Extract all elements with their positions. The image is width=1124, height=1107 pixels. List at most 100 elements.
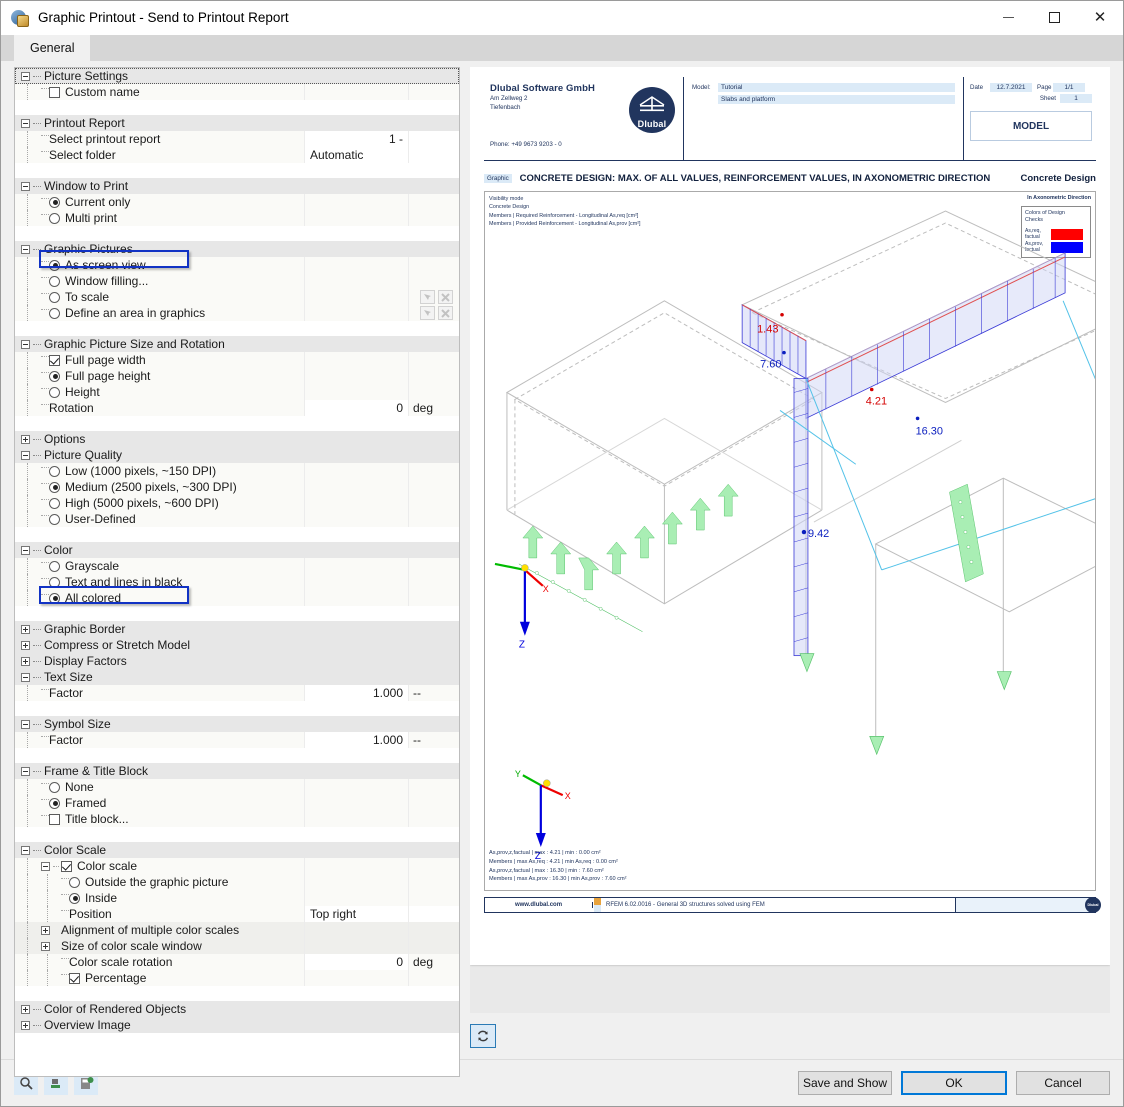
cancel-button[interactable]: Cancel (1016, 1071, 1110, 1095)
multi-print-radio[interactable] (49, 212, 60, 224)
tree-row-percentage[interactable]: Percentage (15, 970, 459, 986)
group-picture-quality[interactable]: Picture Quality (15, 447, 459, 463)
define-area-radio[interactable] (49, 307, 60, 319)
save-and-show-button[interactable]: Save and Show (798, 1071, 892, 1095)
collapse-icon[interactable] (21, 244, 30, 254)
tree-row-color-scale-rotation[interactable]: Color scale rotation 0 deg (15, 954, 459, 970)
title-block-checkbox[interactable] (49, 813, 60, 825)
custom-name-checkbox[interactable] (49, 86, 60, 98)
collapse-icon[interactable] (21, 181, 30, 191)
tree-row-custom-name[interactable]: Custom name (15, 84, 459, 100)
collapse-icon[interactable] (41, 861, 50, 871)
frame-none-radio[interactable] (49, 781, 60, 793)
tree-row-all-colored[interactable]: All colored (15, 590, 459, 606)
maximize-button[interactable] (1031, 2, 1077, 34)
tree-row-multi-print[interactable]: Multi print (15, 210, 459, 226)
group-display-factors[interactable]: Display Factors (15, 653, 459, 669)
to-scale-radio[interactable] (49, 291, 60, 303)
group-color-scale[interactable]: Color Scale (15, 842, 459, 858)
rotation-value[interactable]: 0 (396, 401, 403, 415)
expand-icon[interactable] (21, 1004, 30, 1014)
expand-icon[interactable] (21, 640, 30, 650)
group-text-size[interactable]: Text Size (15, 669, 459, 685)
window-filling-radio[interactable] (49, 275, 60, 287)
refresh-preview-button[interactable] (470, 1024, 496, 1048)
group-graphic-border[interactable]: Graphic Border (15, 621, 459, 637)
tree-row-quality-high[interactable]: High (5000 pixels, ~600 DPI) (15, 495, 459, 511)
quality-high-radio[interactable] (49, 497, 60, 509)
color-scale-checkbox[interactable] (61, 860, 72, 872)
expand-icon[interactable] (41, 925, 50, 935)
tree-row-define-area[interactable]: Define an area in graphics (15, 305, 459, 321)
tree-row-frame-none[interactable]: None (15, 779, 459, 795)
tree-row-current-only[interactable]: Current only (15, 194, 459, 210)
tree-row-color-scale-enable[interactable]: Color scale (15, 858, 459, 874)
select-printout-report-value[interactable]: 1 - (389, 132, 403, 146)
tree-row-alignment-color-scales[interactable]: Alignment of multiple color scales (15, 922, 459, 938)
text-lines-black-radio[interactable] (49, 576, 60, 588)
tree-row-select-printout-report[interactable]: Select printout report 1 - (15, 131, 459, 147)
group-printout-report[interactable]: Printout Report (15, 115, 459, 131)
expand-icon[interactable] (41, 941, 50, 951)
ok-button[interactable]: OK (901, 1071, 1007, 1095)
tree-row-position[interactable]: Position Top right (15, 906, 459, 922)
tree-row-to-scale[interactable]: To scale (15, 289, 459, 305)
percentage-checkbox[interactable] (69, 972, 80, 984)
full-page-height-radio[interactable] (49, 370, 60, 382)
minimize-button[interactable] (985, 2, 1031, 34)
close-button[interactable]: ✕ (1077, 2, 1123, 34)
collapse-icon[interactable] (21, 766, 30, 776)
color-scale-rotation-value[interactable]: 0 (396, 955, 403, 969)
tree-row-rotation[interactable]: Rotation 0 deg (15, 400, 459, 416)
symbol-size-factor-value[interactable]: 1.000 (373, 733, 403, 747)
tree-row-full-page-width[interactable]: Full page width (15, 352, 459, 368)
pick-area-button[interactable] (420, 306, 435, 320)
outside-graphic-radio[interactable] (69, 876, 80, 888)
group-picture-settings[interactable]: Picture Settings (15, 68, 459, 84)
tree-row-as-screen-view[interactable]: As screen view (15, 257, 459, 273)
tree-row-quality-user-defined[interactable]: User-Defined (15, 511, 459, 527)
tree-row-full-page-height[interactable]: Full page height (15, 368, 459, 384)
tree-row-text-lines-black[interactable]: Text and lines in black (15, 574, 459, 590)
clear-area-button[interactable] (438, 306, 453, 320)
tree-row-symbol-size-factor[interactable]: Factor 1.000 -- (15, 732, 459, 748)
quality-medium-radio[interactable] (49, 481, 60, 493)
expand-icon[interactable] (21, 1020, 30, 1030)
tab-general[interactable]: General (14, 35, 91, 61)
frame-framed-radio[interactable] (49, 797, 60, 809)
tree-row-size-color-scale-window[interactable]: Size of color scale window (15, 938, 459, 954)
collapse-icon[interactable] (21, 672, 30, 682)
graphic-picture[interactable]: Visibility mode Concrete Design Members … (484, 190, 1096, 891)
tree-row-quality-low[interactable]: Low (1000 pixels, ~150 DPI) (15, 463, 459, 479)
group-color-rendered-objects[interactable]: Color of Rendered Objects (15, 1001, 459, 1017)
collapse-icon[interactable] (21, 339, 30, 349)
group-frame-title-block[interactable]: Frame & Title Block (15, 763, 459, 779)
current-only-radio[interactable] (49, 196, 60, 208)
group-compress-stretch-model[interactable]: Compress or Stretch Model (15, 637, 459, 653)
group-window-to-print[interactable]: Window to Print (15, 178, 459, 194)
tree-row-frame-framed[interactable]: Framed (15, 795, 459, 811)
inside-radio[interactable] (69, 892, 80, 904)
grayscale-radio[interactable] (49, 560, 60, 572)
group-symbol-size[interactable]: Symbol Size (15, 716, 459, 732)
tree-row-grayscale[interactable]: Grayscale (15, 558, 459, 574)
select-folder-value[interactable]: Automatic (310, 148, 363, 162)
tree-row-select-folder[interactable]: Select folder Automatic (15, 147, 459, 163)
expand-icon[interactable] (21, 624, 30, 634)
all-colored-radio[interactable] (49, 592, 60, 604)
expand-icon[interactable] (21, 656, 30, 666)
collapse-icon[interactable] (21, 545, 30, 555)
tree-row-height[interactable]: Height (15, 384, 459, 400)
full-page-width-checkbox[interactable] (49, 354, 60, 366)
text-size-factor-value[interactable]: 1.000 (373, 686, 403, 700)
quality-low-radio[interactable] (49, 465, 60, 477)
group-graphic-picture-size[interactable]: Graphic Picture Size and Rotation (15, 336, 459, 352)
tree-row-title-block[interactable]: Title block... (15, 811, 459, 827)
position-value[interactable]: Top right (310, 907, 356, 921)
collapse-icon[interactable] (21, 719, 30, 729)
group-options[interactable]: Options (15, 431, 459, 447)
group-overview-image[interactable]: Overview Image (15, 1017, 459, 1033)
collapse-icon[interactable] (21, 118, 30, 128)
tree-row-window-filling[interactable]: Window filling... (15, 273, 459, 289)
collapse-icon[interactable] (21, 450, 30, 460)
